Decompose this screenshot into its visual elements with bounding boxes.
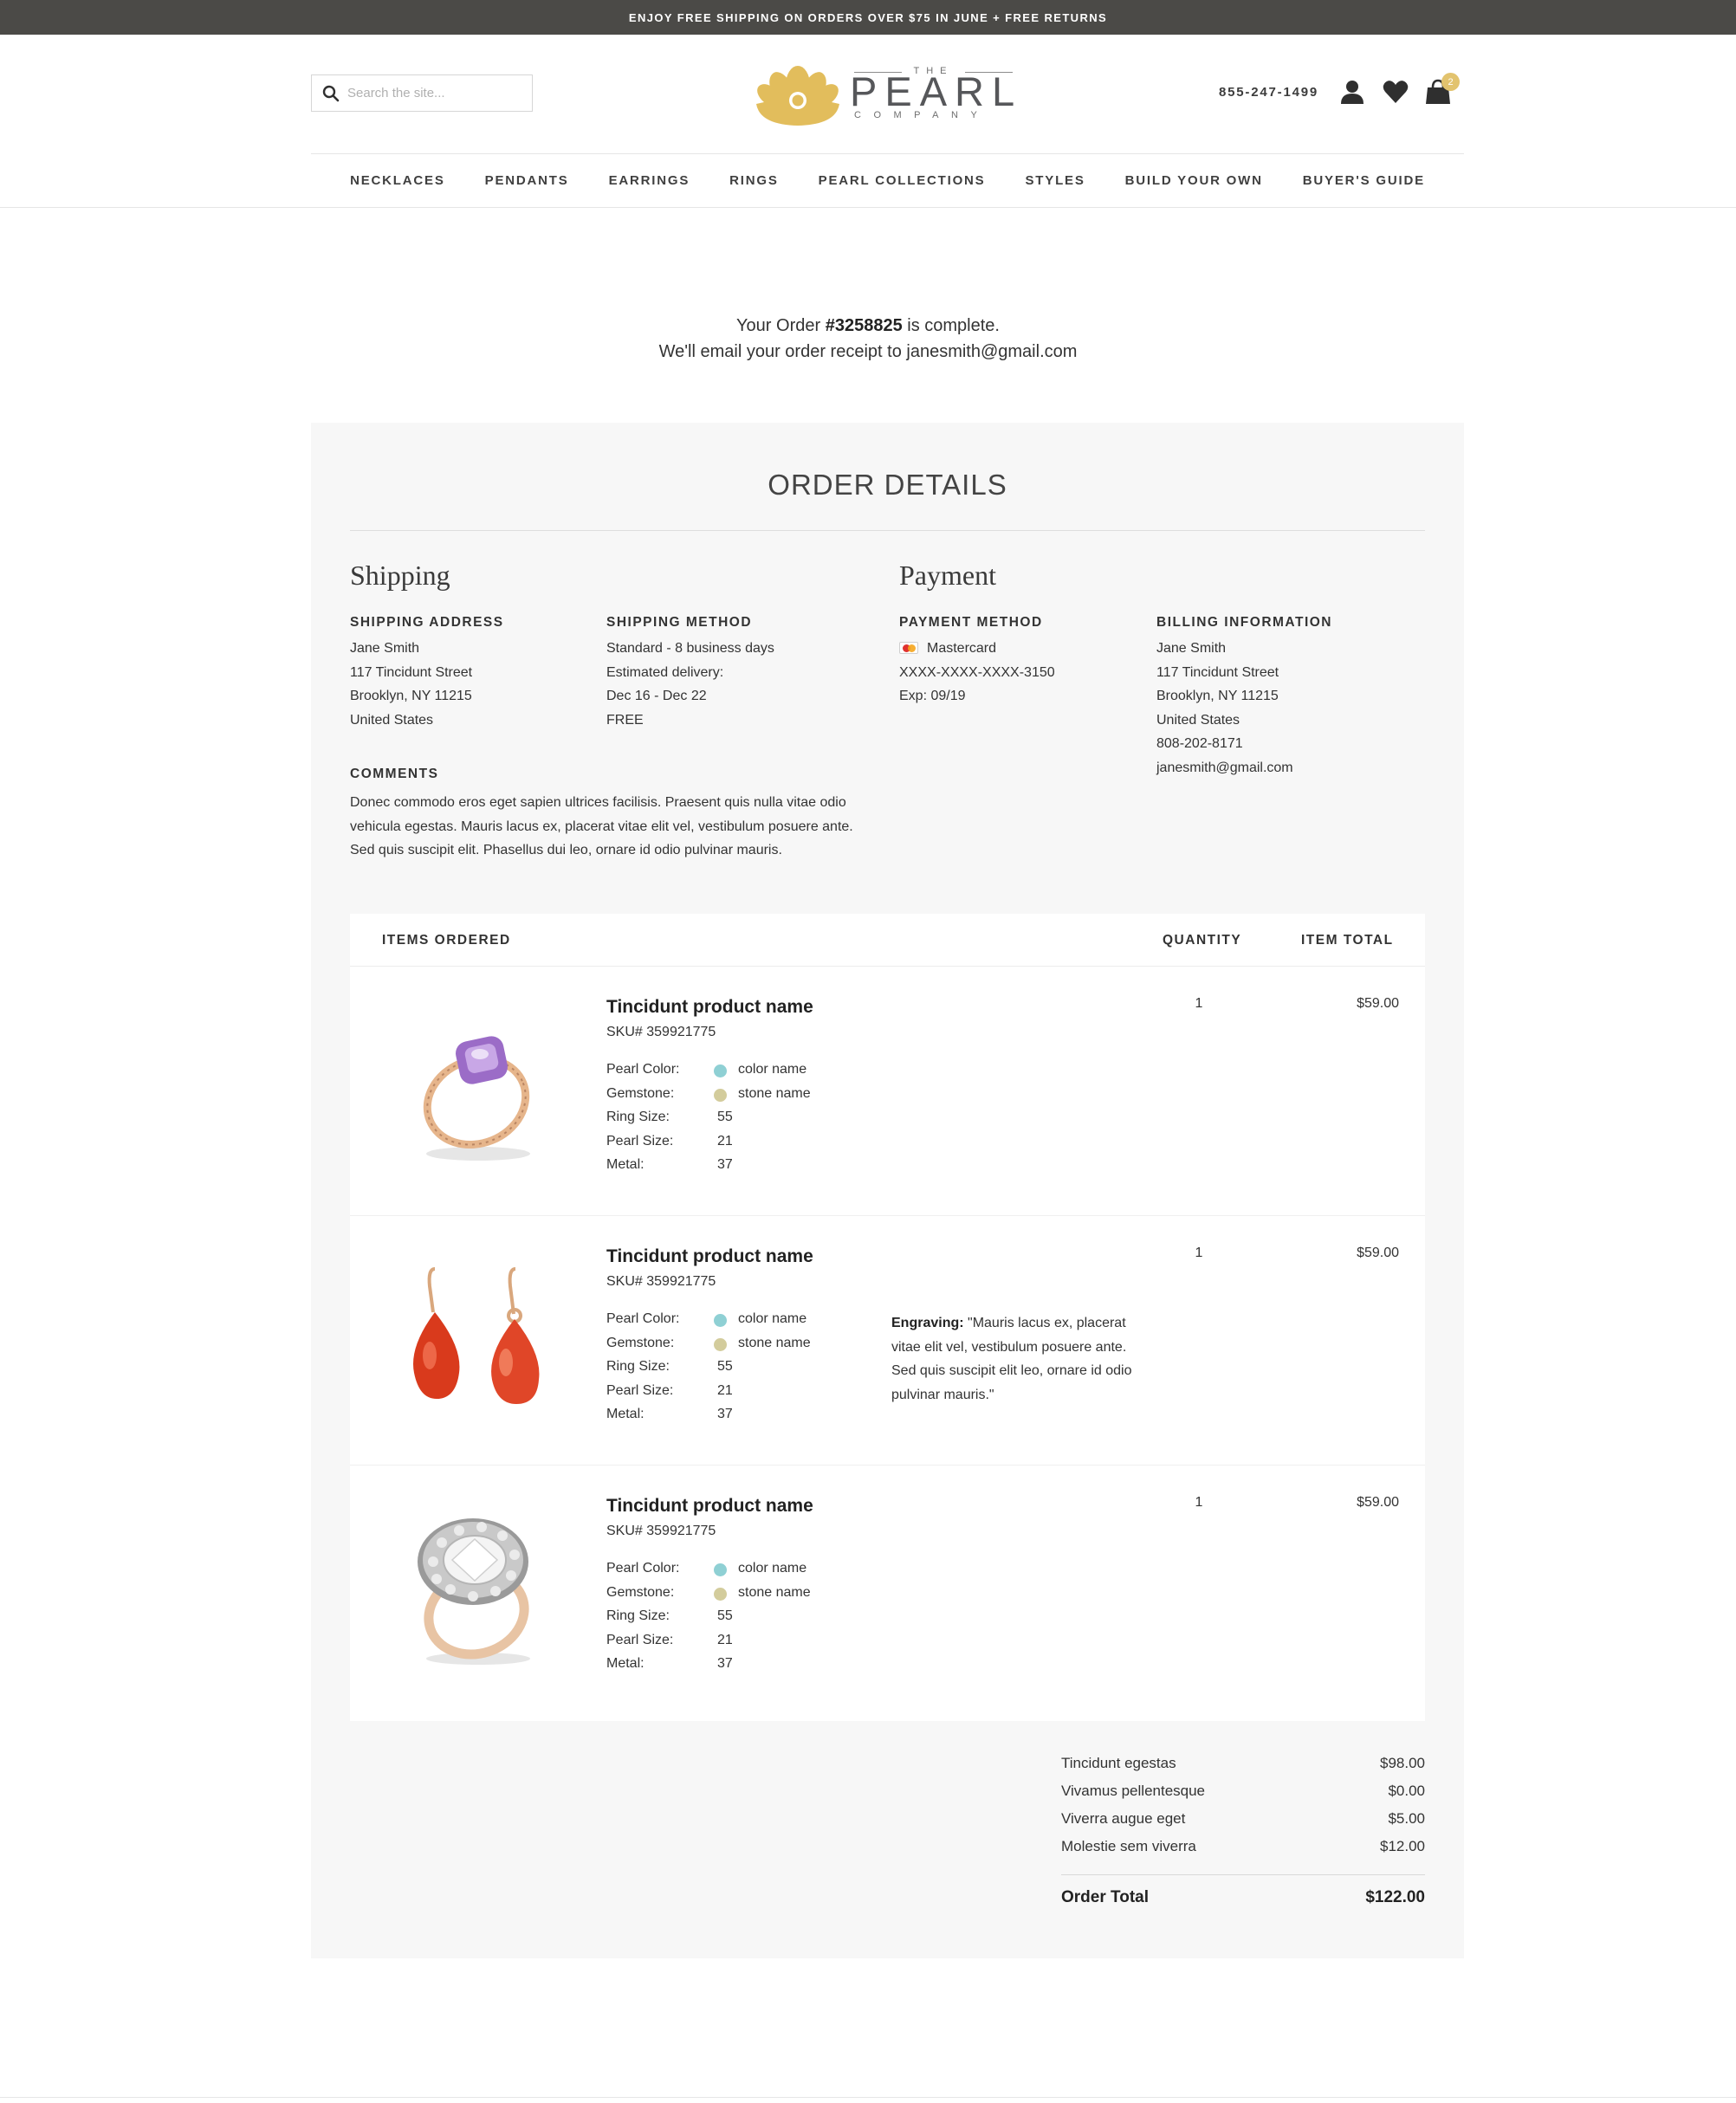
main-navigation: NECKLACES PENDANTS EARRINGS RINGS PEARL … (311, 154, 1464, 207)
summary-divider (1061, 1874, 1425, 1875)
nav-item-styles[interactable]: STYLES (1006, 173, 1105, 188)
item-attr-metal: Metal: 37 (606, 1407, 733, 1421)
item-attr-pearl-size: Pearl Size: 21 (606, 1382, 733, 1398)
items-ordered-table: ITEMS ORDERED QUANTITY ITEM TOTAL Tincid… (350, 914, 1425, 1721)
order-item-row: Tincidunt product name SKU# 359921775 Pe… (350, 1466, 1425, 1715)
mastercard-icon (899, 642, 918, 654)
pearl-company-logo[interactable]: THE PEARL COMPANY (753, 57, 1030, 126)
item-quantity: 1 (1195, 1495, 1203, 1510)
logo-text-main: PEARL (850, 68, 1023, 114)
summary-row: Tincidunt egestas $98.00 (1061, 1755, 1425, 1771)
order-comments: Donec commodo eros eget sapien ultrices … (350, 795, 853, 857)
item-engraving: Engraving: "Mauris lacus ex, placerat vi… (891, 1311, 1138, 1407)
nav-item-build-your-own[interactable]: BUILD YOUR OWN (1105, 173, 1283, 188)
diamond-halo-ring-icon[interactable] (400, 1501, 547, 1674)
engraving-label: Engraving: (891, 1316, 964, 1330)
item-attr-pearl-color: Pearl Color: color name (606, 1062, 807, 1077)
footer-divider (0, 2097, 1736, 2098)
item-quantity: 1 (1195, 1246, 1203, 1260)
comments-label: COMMENTS (350, 767, 439, 781)
nav-item-earrings[interactable]: EARRINGS (589, 173, 710, 188)
item-attr-gemstone: Gemstone: stone name (606, 1335, 811, 1351)
logo-text-sub: COMPANY (854, 110, 990, 120)
payment-title: Payment (899, 560, 996, 591)
shipping-method-label: SHIPPING METHOD (606, 615, 753, 630)
item-total-header: ITEM TOTAL (1301, 933, 1394, 948)
item-attr-pearl-color: Pearl Color: color name (606, 1311, 807, 1327)
item-name[interactable]: Tincidunt product name (606, 1496, 813, 1517)
order-item-row: Tincidunt product name SKU# 359921775 Pe… (350, 1217, 1425, 1466)
shipping-address-label: SHIPPING ADDRESS (350, 615, 504, 630)
payment-method-label: PAYMENT METHOD (899, 615, 1043, 630)
item-sku: SKU# 359921775 (606, 1524, 716, 1538)
summary-row: Viverra augue eget $5.00 (1061, 1810, 1425, 1827)
item-total: $59.00 (1357, 1246, 1399, 1260)
item-attr-ring-size: Ring Size: 55 (606, 1110, 733, 1124)
order-details-divider (350, 530, 1425, 531)
order-details-panel: ORDER DETAILS Shipping Payment SHIPPING … (311, 423, 1464, 1958)
color-swatch (714, 1314, 727, 1327)
red-drop-earrings-icon[interactable] (400, 1252, 547, 1425)
item-sku: SKU# 359921775 (606, 1274, 716, 1289)
item-attr-pearl-size: Pearl Size: 21 (606, 1133, 733, 1149)
site-header: THE PEARL COMPANY 855-247-1499 2 (311, 35, 1464, 153)
order-confirmation-message: Your Order #3258825 is complete. We'll e… (0, 313, 1736, 365)
wishlist-heart-icon[interactable] (1382, 78, 1409, 106)
item-attr-pearl-color: Pearl Color: color name (606, 1561, 807, 1576)
account-icon[interactable] (1338, 78, 1366, 106)
search-box[interactable] (311, 74, 533, 112)
color-swatch (714, 1064, 727, 1077)
item-quantity: 1 (1195, 996, 1203, 1011)
item-name[interactable]: Tincidunt product name (606, 1246, 813, 1267)
search-icon[interactable] (322, 85, 340, 102)
pearl-shell-icon (756, 66, 839, 126)
item-attr-ring-size: Ring Size: 55 (606, 1359, 733, 1374)
items-table-header: ITEMS ORDERED QUANTITY ITEM TOTAL (350, 914, 1425, 967)
stone-swatch (714, 1587, 727, 1601)
summary-row: Vivamus pellentesque $0.00 (1061, 1783, 1425, 1799)
cart-count-badge[interactable]: 2 (1441, 73, 1460, 91)
phone-number[interactable]: 855-247-1499 (1219, 85, 1318, 100)
order-total-label: Order Total (1061, 1888, 1149, 1906)
confirm-prefix: Your Order (736, 316, 826, 335)
search-input[interactable] (347, 86, 521, 100)
confirm-suffix: is complete. (902, 316, 1000, 335)
shipping-address: Jane Smith 117 Tincidunt Street Brooklyn… (350, 641, 473, 728)
item-attr-metal: Metal: 37 (606, 1157, 733, 1172)
nav-item-pearl-collections[interactable]: PEARL COLLECTIONS (799, 173, 1006, 188)
item-attr-gemstone: Gemstone: stone name (606, 1584, 811, 1601)
item-attr-gemstone: Gemstone: stone name (606, 1085, 811, 1102)
shipping-method: Standard - 8 business days Estimated del… (606, 641, 774, 728)
nav-item-rings[interactable]: RINGS (709, 173, 799, 188)
item-attr-ring-size: Ring Size: 55 (606, 1608, 733, 1623)
order-details-title: ORDER DETAILS (768, 469, 1007, 501)
item-name[interactable]: Tincidunt product name (606, 997, 813, 1018)
payment-method: Mastercard XXXX-XXXX-XXXX-3150 Exp: 09/1… (899, 641, 1055, 703)
summary-row: Molestie sem viverra $12.00 (1061, 1838, 1425, 1854)
item-attr-metal: Metal: 37 (606, 1656, 733, 1671)
order-number: #3258825 (825, 316, 903, 335)
item-sku: SKU# 359921775 (606, 1025, 716, 1039)
receipt-email-notice: We'll email your order receipt to janesm… (658, 342, 1078, 361)
nav-item-pendants[interactable]: PENDANTS (465, 173, 589, 188)
promo-banner: ENJOY FREE SHIPPING ON ORDERS OVER $75 I… (0, 0, 1736, 35)
stone-swatch (714, 1337, 727, 1351)
shipping-title: Shipping (350, 560, 450, 591)
order-item-row: Tincidunt product name SKU# 359921775 Pe… (350, 967, 1425, 1216)
items-ordered-header: ITEMS ORDERED (382, 933, 511, 948)
nav-divider (0, 207, 1736, 208)
quantity-header: QUANTITY (1163, 933, 1242, 948)
nav-item-buyers-guide[interactable]: BUYER'S GUIDE (1283, 173, 1445, 188)
billing-information: Jane Smith 117 Tincidunt Street Brooklyn… (1156, 641, 1293, 775)
color-swatch (714, 1563, 727, 1576)
billing-information-label: BILLING INFORMATION (1156, 615, 1332, 630)
item-attr-pearl-size: Pearl Size: 21 (606, 1632, 733, 1647)
nav-item-necklaces[interactable]: NECKLACES (330, 173, 465, 188)
order-total-value: $122.00 (1365, 1888, 1425, 1906)
item-total: $59.00 (1357, 996, 1399, 1011)
stone-swatch (714, 1088, 727, 1102)
item-total: $59.00 (1357, 1495, 1399, 1510)
amethyst-ring-icon[interactable] (400, 1002, 547, 1175)
